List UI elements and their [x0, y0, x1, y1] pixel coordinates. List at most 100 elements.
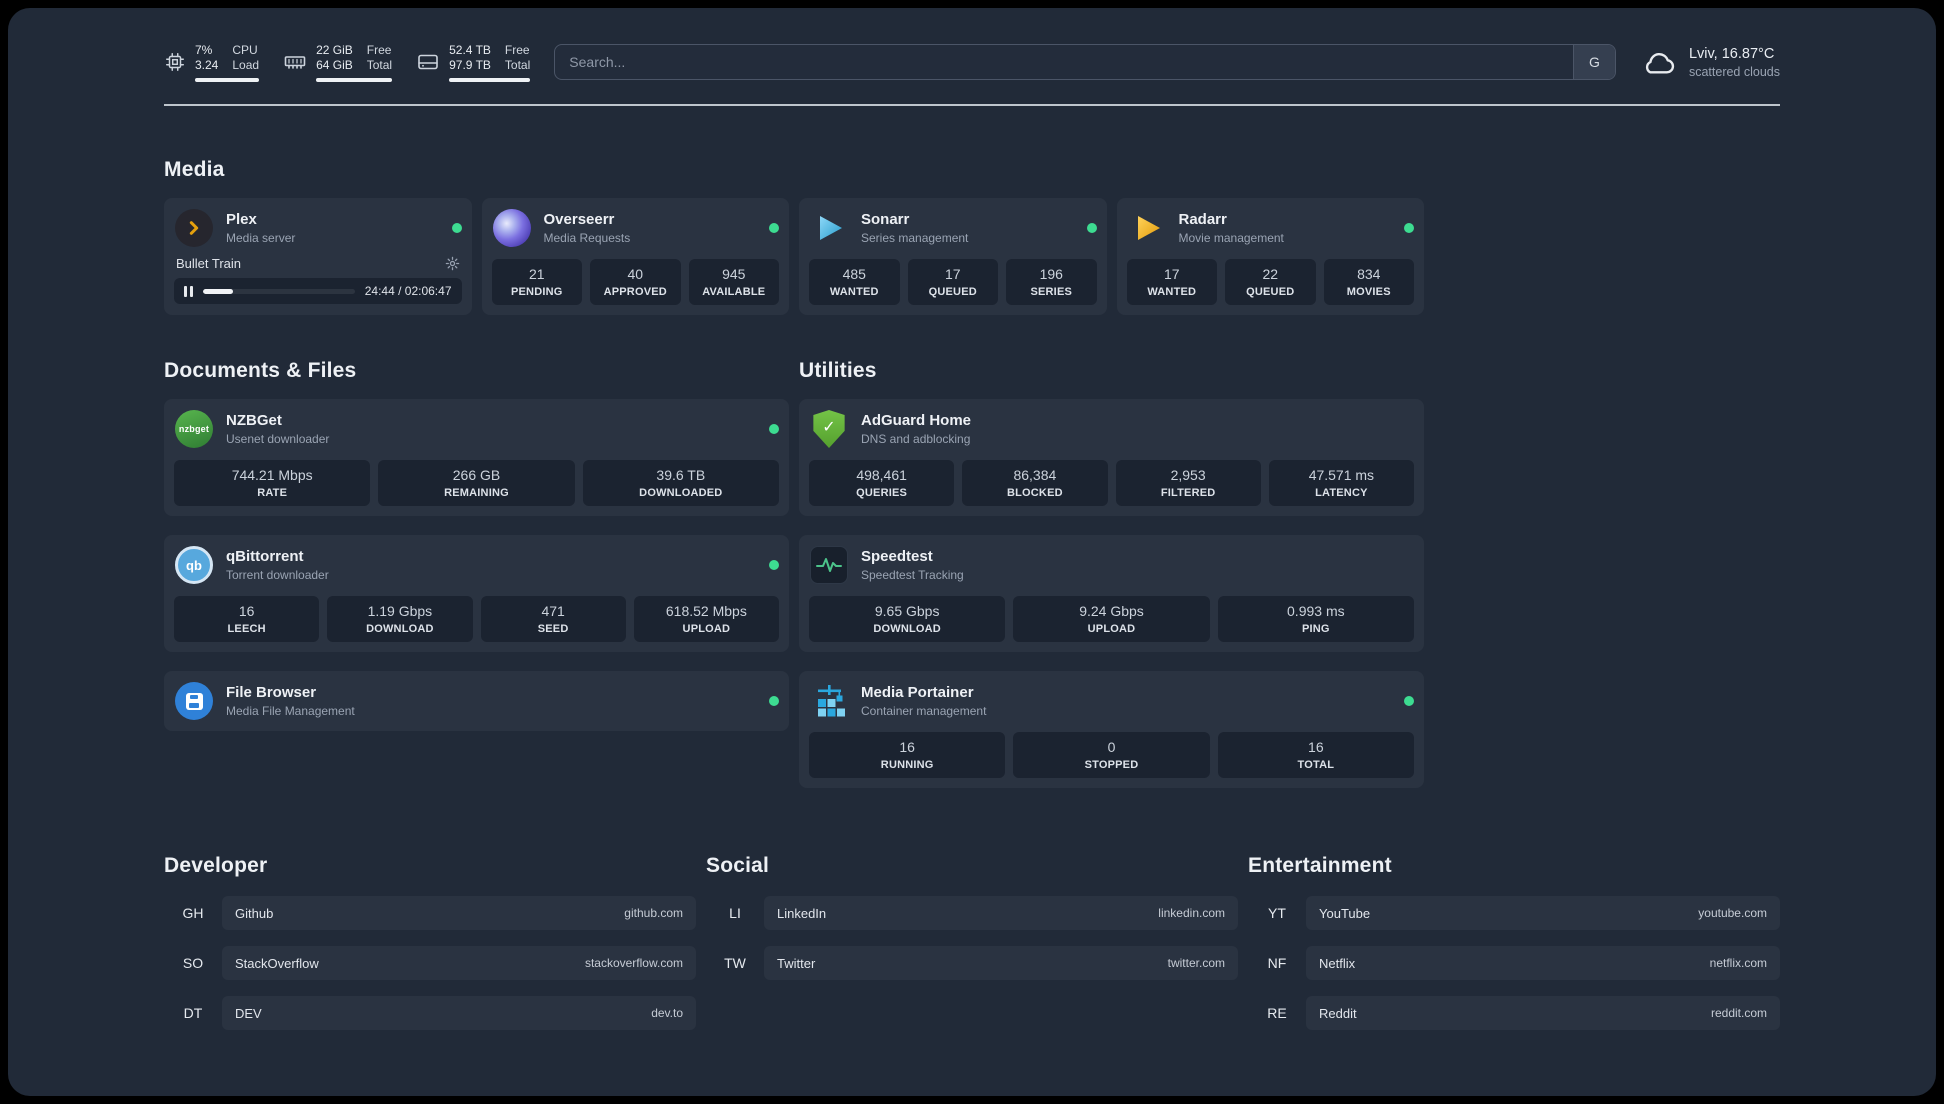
service-card-sonarr[interactable]: Sonarr Series management 485 WANTED 17 Q…	[799, 198, 1107, 315]
service-subtitle: Series management	[861, 231, 969, 245]
dashboard-content: 7% 3.24 CPU Load 22 GiB 64 GiB Free Tota…	[8, 8, 1936, 1030]
bookmark-abbr: NF	[1267, 955, 1287, 971]
stat-tile: 266 GB REMAINING	[378, 460, 575, 506]
stat-value: 2,953	[1170, 467, 1206, 483]
stat-tile: 196 SERIES	[1006, 259, 1097, 305]
bookmark-youtube[interactable]: YouTube youtube.com	[1306, 896, 1780, 930]
disk-total-label: Total	[504, 57, 531, 72]
stat-tile: 834 MOVIES	[1323, 259, 1414, 305]
stat-value: 16	[238, 603, 255, 619]
disk-widget: 52.4 TB 97.9 TB Free Total	[416, 42, 531, 82]
service-card-qbittorrent[interactable]: qb qBittorrent Torrent downloader 16 LEE…	[164, 535, 789, 652]
status-dot-online	[769, 424, 779, 434]
cpu-widget: 7% 3.24 CPU Load	[164, 42, 260, 82]
bookmark-row: RE Reddit reddit.com	[1248, 996, 1780, 1030]
stat-value: 17	[944, 266, 961, 282]
service-card-nzbget[interactable]: nzbget NZBGet Usenet downloader 744.21 M…	[164, 399, 789, 516]
bookmark-row: DT DEV dev.to	[164, 996, 696, 1030]
service-subtitle: DNS and adblocking	[861, 432, 971, 446]
service-card-overseerr[interactable]: Overseerr Media Requests 21 PENDING 40 A…	[481, 198, 789, 315]
cpu-widget-body: 7% 3.24 CPU Load	[195, 42, 260, 82]
status-dot-online	[1404, 223, 1414, 233]
service-name: Speedtest	[861, 548, 933, 565]
stats-row: 17 WANTED 22 QUEUED 834 MOVIES	[1126, 259, 1414, 305]
card-header: Sonarr Series management	[809, 208, 1097, 248]
bookmark-url: youtube.com	[1698, 906, 1767, 920]
stat-tile: 0.993 ms PING	[1217, 596, 1414, 642]
stat-tile: 86,384 BLOCKED	[962, 460, 1108, 506]
stat-label: QUERIES	[856, 487, 908, 499]
status-dot-online	[769, 696, 779, 706]
stat-label: UPLOAD	[682, 623, 731, 635]
stat-value: 22	[1262, 266, 1279, 282]
cpu-percent: 7%	[195, 42, 213, 57]
bookmark-url: github.com	[624, 906, 683, 920]
service-subtitle: Media File Management	[226, 704, 355, 718]
bookmark-group-developer: Developer GH Github github.com SO StackO…	[164, 854, 696, 1030]
gear-icon[interactable]	[445, 256, 460, 271]
search-input[interactable]	[555, 45, 1573, 79]
service-card-speedtest[interactable]: Speedtest Speedtest Tracking 9.65 Gbps D…	[799, 535, 1424, 652]
service-subtitle: Movie management	[1178, 231, 1284, 245]
card-header: Plex Media server	[174, 208, 462, 248]
service-card-adguard[interactable]: ✓ AdGuard Home DNS and adblocking 498,46…	[799, 399, 1424, 516]
memory-widget-body: 22 GiB 64 GiB Free Total	[316, 42, 393, 82]
topbar: 7% 3.24 CPU Load 22 GiB 64 GiB Free Tota…	[164, 8, 1780, 92]
bookmark-label: LinkedIn	[777, 905, 827, 921]
card-header: Media Portainer Container management	[809, 681, 1414, 721]
bookmark-abbr: YT	[1268, 905, 1286, 921]
service-card-plex[interactable]: Plex Media server Bullet Train 24:44 / 0…	[164, 198, 472, 315]
bookmark-url: netflix.com	[1709, 956, 1767, 970]
cpu-usage-bar	[195, 77, 260, 82]
card-header: nzbget NZBGet Usenet downloader	[174, 409, 779, 449]
stat-value: 86,384	[1013, 467, 1057, 483]
card-header: ✓ AdGuard Home DNS and adblocking	[809, 409, 1414, 449]
stat-label: MOVIES	[1346, 286, 1391, 298]
service-card-portainer[interactable]: Media Portainer Container management 16 …	[799, 671, 1424, 788]
overseerr-icon	[492, 208, 532, 248]
card-header: Radarr Movie management	[1127, 208, 1414, 248]
bookmark-row: TW Twitter twitter.com	[706, 946, 1238, 980]
stat-value: 618.52 Mbps	[665, 603, 747, 619]
section-title-social: Social	[706, 854, 770, 877]
playback-time: 24:44 / 02:06:47	[364, 284, 452, 298]
search-provider-button[interactable]: G	[1572, 45, 1615, 79]
bookmark-stackoverflow[interactable]: StackOverflow stackoverflow.com	[222, 946, 696, 980]
stat-label: LATENCY	[1315, 487, 1368, 499]
bookmark-label: Netflix	[1319, 955, 1356, 971]
service-card-radarr[interactable]: Radarr Movie management 17 WANTED 22 QUE…	[1116, 198, 1424, 315]
search-bar[interactable]: G	[554, 44, 1616, 80]
bookmark-twitter[interactable]: Twitter twitter.com	[764, 946, 1238, 980]
stat-tile: 17 QUEUED	[907, 259, 998, 305]
bookmark-dev[interactable]: DEV dev.to	[222, 996, 696, 1030]
disk-usage-bar	[449, 77, 531, 82]
playback-progress-track[interactable]	[203, 288, 355, 294]
memory-free-label: Free	[366, 42, 392, 57]
memory-total-label: Total	[366, 57, 393, 72]
bookmark-abbr: DT	[183, 1005, 203, 1021]
service-name: NZBGet	[226, 412, 282, 429]
service-name: Plex	[226, 211, 257, 228]
bookmark-linkedin[interactable]: LinkedIn linkedin.com	[764, 896, 1238, 930]
weather-condition: scattered clouds	[1688, 64, 1780, 79]
stat-value: 9.65 Gbps	[874, 603, 940, 619]
stat-label: UPLOAD	[1087, 623, 1136, 635]
stat-tile: 0 STOPPED	[1013, 732, 1210, 778]
card-header: File Browser Media File Management	[174, 681, 779, 721]
stat-value: 0	[1107, 739, 1116, 755]
stat-value: 16	[1308, 739, 1324, 755]
disk-widget-body: 52.4 TB 97.9 TB Free Total	[449, 42, 531, 82]
bookmark-github[interactable]: Github github.com	[222, 896, 696, 930]
stat-value: 47.571 ms	[1308, 467, 1375, 483]
stat-tile: 9.24 Gbps UPLOAD	[1013, 596, 1210, 642]
utilities-column: Utilities ✓ AdGuard Home DNS and adblock…	[799, 359, 1424, 788]
stats-row: 498,461 QUERIES 86,384 BLOCKED 2,953 FIL…	[809, 460, 1414, 506]
adguard-icon: ✓	[809, 409, 849, 449]
service-card-filebrowser[interactable]: File Browser Media File Management	[164, 671, 789, 731]
bookmark-label: StackOverflow	[235, 955, 319, 971]
disk-free-value: 52.4 TB	[449, 42, 491, 57]
pause-button[interactable]	[184, 285, 193, 297]
stat-value: 0.993 ms	[1287, 603, 1345, 619]
bookmark-netflix[interactable]: Netflix netflix.com	[1306, 946, 1780, 980]
bookmark-reddit[interactable]: Reddit reddit.com	[1306, 996, 1780, 1030]
